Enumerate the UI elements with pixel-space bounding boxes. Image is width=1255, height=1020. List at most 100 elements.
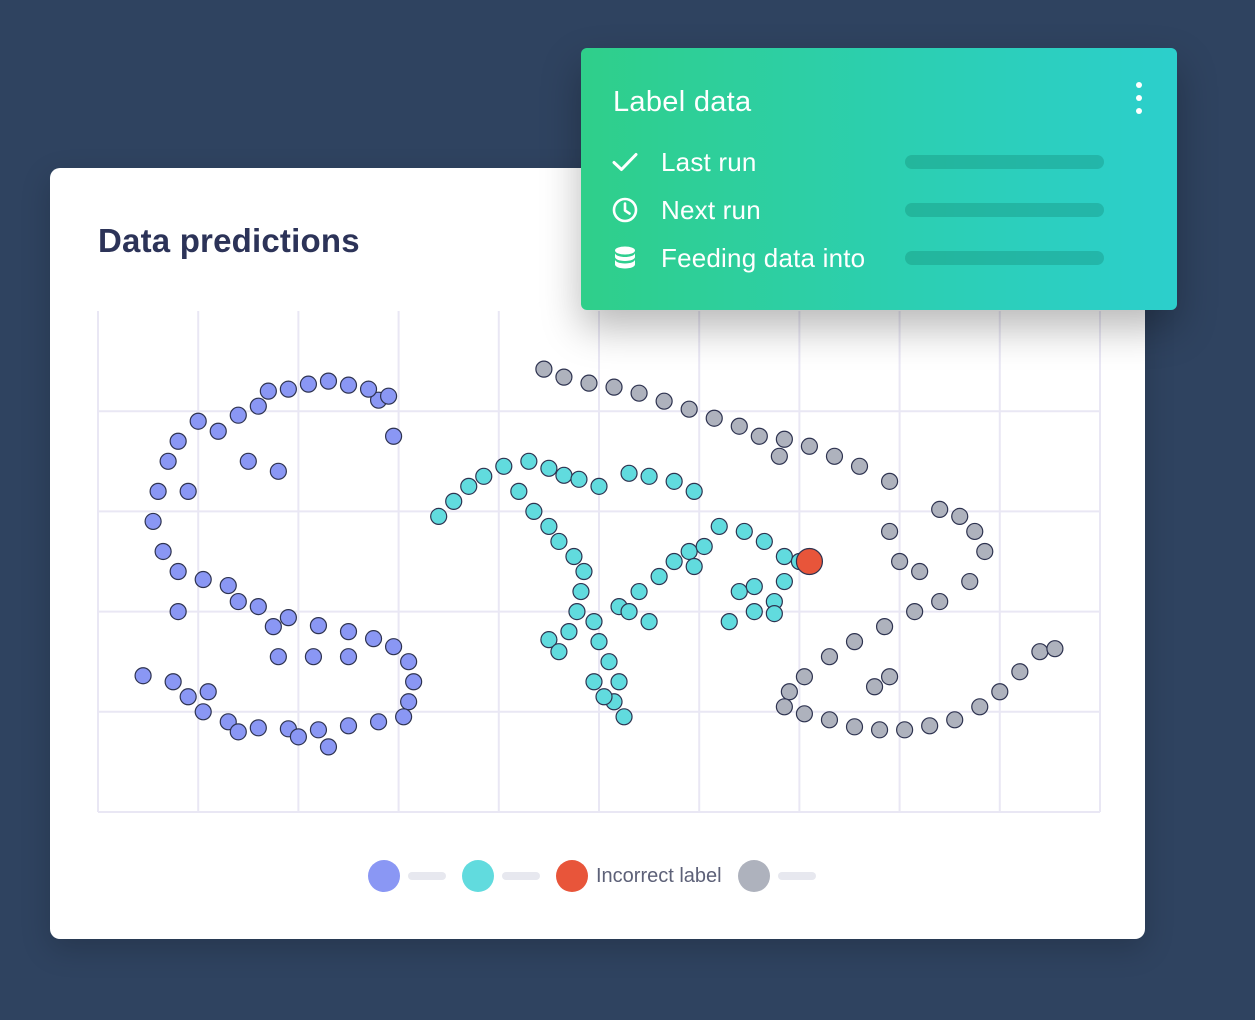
data-point-series-4[interactable] (1011, 663, 1029, 681)
data-point-series-2[interactable] (720, 613, 738, 631)
data-point-series-4[interactable] (655, 392, 673, 410)
data-point-series-2[interactable] (495, 457, 513, 475)
data-point-series-2[interactable] (520, 452, 538, 470)
data-point-series-2[interactable] (555, 466, 573, 484)
data-point-series-2[interactable] (560, 623, 578, 641)
data-point-series-1[interactable] (144, 512, 162, 531)
data-point-series-4[interactable] (991, 683, 1009, 701)
data-point-series-1[interactable] (229, 406, 247, 424)
data-point-series-4[interactable] (680, 400, 698, 418)
data-point-series-1[interactable] (179, 688, 197, 706)
data-point-series-4[interactable] (800, 437, 819, 455)
data-point-series-2[interactable] (550, 643, 568, 661)
data-point-series-1[interactable] (359, 380, 378, 398)
data-point-series-1[interactable] (400, 693, 418, 711)
data-point-series-4[interactable] (825, 447, 844, 465)
data-point-series-2[interactable] (590, 633, 608, 651)
data-point-series-2[interactable] (775, 547, 793, 566)
data-point-series-4[interactable] (946, 711, 964, 729)
data-point-series-4[interactable] (890, 552, 909, 571)
data-point-series-1[interactable] (194, 570, 212, 589)
data-point-series-1[interactable] (319, 738, 338, 756)
data-point-series-2[interactable] (695, 537, 713, 556)
data-point-series-2[interactable] (568, 603, 586, 621)
data-point-series-1[interactable] (269, 462, 287, 480)
data-point-series-2[interactable] (610, 673, 628, 691)
data-point-series-1[interactable] (364, 630, 383, 648)
data-point-series-4[interactable] (865, 678, 884, 696)
data-point-series-1[interactable] (169, 432, 187, 450)
data-point-series-4[interactable] (976, 542, 994, 561)
data-point-series-2[interactable] (565, 547, 583, 566)
data-point-series-4[interactable] (906, 603, 924, 621)
data-point-series-2[interactable] (745, 603, 763, 621)
data-point-series-1[interactable] (384, 638, 403, 656)
data-point-series-4[interactable] (775, 698, 793, 716)
data-point-series-4[interactable] (880, 472, 899, 490)
data-point-series-4[interactable] (820, 711, 839, 729)
data-point-series-1[interactable] (339, 648, 358, 666)
data-point-series-1[interactable] (259, 382, 277, 400)
data-point-series-1[interactable] (149, 482, 167, 500)
data-point-series-4[interactable] (780, 683, 798, 701)
data-point-series-1[interactable] (395, 708, 413, 726)
data-point-series-4[interactable] (921, 717, 939, 735)
data-point-series-2[interactable] (460, 477, 478, 495)
data-point-series-1[interactable] (269, 648, 287, 666)
data-point-series-2[interactable] (775, 572, 793, 591)
data-point-series-4[interactable] (795, 705, 814, 723)
data-point-series-1[interactable] (299, 375, 318, 393)
data-point-series-2[interactable] (665, 552, 683, 571)
data-point-series-2[interactable] (650, 567, 668, 586)
data-point-series-4[interactable] (705, 409, 723, 427)
data-point-series-1[interactable] (219, 576, 237, 595)
data-point-series-4[interactable] (870, 721, 889, 739)
data-point-series-1[interactable] (249, 597, 267, 616)
data-point-series-4[interactable] (850, 457, 869, 475)
data-point-series-2[interactable] (550, 532, 568, 551)
data-point-series-2[interactable] (445, 492, 463, 510)
data-point-series-4[interactable] (966, 522, 984, 541)
legend-item-series-4[interactable] (737, 860, 816, 892)
data-point-series-2[interactable] (630, 582, 648, 601)
data-point-series-1[interactable] (169, 562, 187, 581)
data-point-series-2[interactable] (525, 502, 543, 520)
data-point-series-2[interactable] (540, 517, 558, 536)
data-point-series-1[interactable] (164, 673, 182, 691)
data-point-series-2[interactable] (730, 582, 748, 601)
data-point-series-2[interactable] (745, 577, 763, 596)
data-point-series-1[interactable] (339, 717, 358, 735)
data-point-series-2[interactable] (600, 653, 618, 671)
data-point-series-2[interactable] (615, 708, 633, 726)
legend-item-series-1[interactable] (368, 860, 446, 892)
data-point-series-1[interactable] (134, 667, 152, 685)
data-point-series-2[interactable] (540, 459, 558, 477)
data-point-series-4[interactable] (605, 378, 623, 396)
data-point-series-4[interactable] (770, 447, 788, 465)
data-point-series-4[interactable] (931, 500, 949, 518)
data-point-series-1[interactable] (159, 452, 177, 470)
data-point-series-1[interactable] (279, 380, 297, 398)
data-point-series-1[interactable] (194, 703, 212, 721)
data-point-series-4[interactable] (911, 562, 929, 581)
data-point-series-4[interactable] (820, 648, 839, 666)
data-point-series-2[interactable] (640, 613, 658, 631)
data-point-series-2[interactable] (570, 470, 588, 488)
data-point-series-1[interactable] (154, 542, 172, 561)
data-point-series-2[interactable] (590, 477, 608, 495)
data-point-series-2[interactable] (585, 613, 603, 631)
data-point-series-1[interactable] (169, 603, 187, 621)
data-point-series-1[interactable] (249, 397, 267, 415)
data-point-series-4[interactable] (750, 427, 768, 445)
data-point-series-4[interactable] (971, 698, 989, 716)
data-point-series-4[interactable] (880, 522, 899, 541)
data-point-series-2[interactable] (475, 467, 493, 485)
data-point-series-4[interactable] (880, 668, 899, 686)
data-point-series-4[interactable] (845, 633, 864, 651)
data-point-series-1[interactable] (405, 673, 423, 691)
data-point-series-4[interactable] (555, 368, 573, 386)
data-point-series-2[interactable] (765, 605, 783, 623)
data-point-series-4[interactable] (875, 618, 894, 636)
data-point-series-1[interactable] (179, 482, 197, 500)
data-point-series-2[interactable] (572, 582, 590, 601)
